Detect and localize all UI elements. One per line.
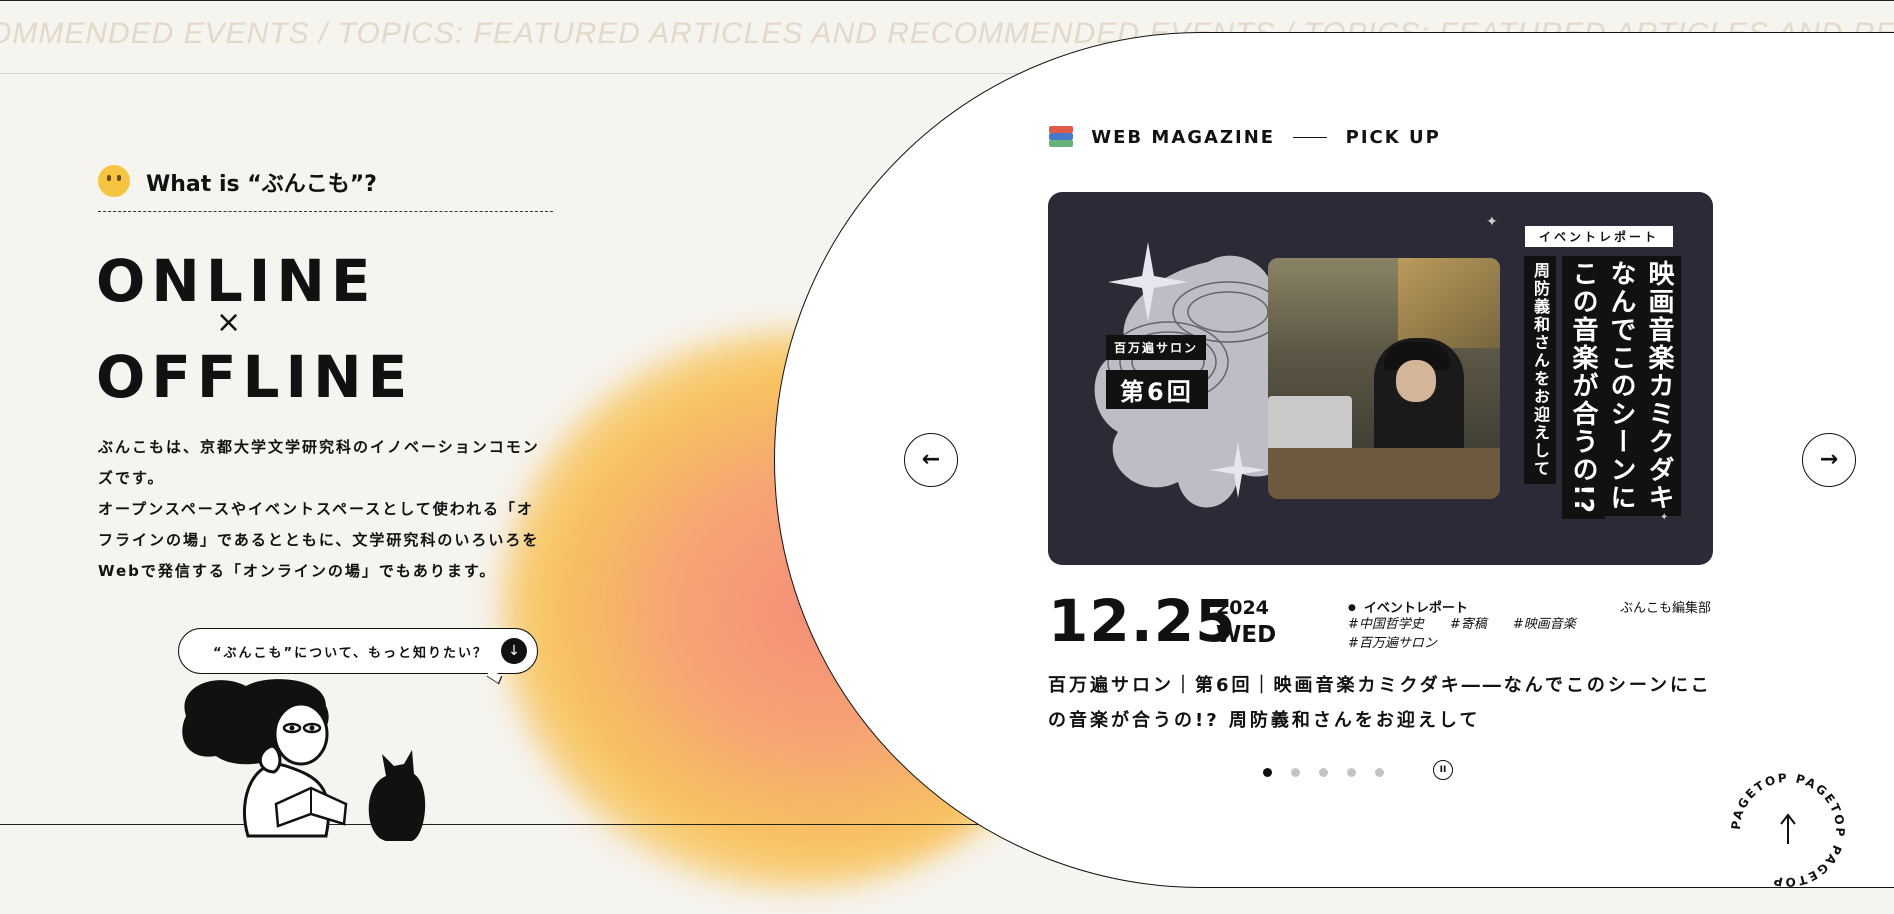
learn-more-button[interactable]: “ぶんこも”について、もっと知りたい？ ↓ [178,628,538,685]
reading-girl-and-cat-illustration [182,679,426,841]
tag-link[interactable]: #寄稿 [1450,617,1487,632]
tag-link[interactable]: #映画音楽 [1513,617,1576,632]
sparkle-icon: ✦ [1486,214,1498,230]
tag-link[interactable]: #中国哲学史 [1348,617,1424,632]
article-year: 2024 [1216,597,1269,619]
article-author: ぶんこも編集部 [1620,601,1712,616]
article-tags: #中国哲学史 #寄稿 #映画音楽 #百万遍サロン [1348,615,1648,653]
prev-slide-button[interactable]: ← [904,433,958,487]
arrow-right-icon: → [1819,447,1839,472]
books-icon [1049,126,1075,148]
heading-dash [1293,136,1328,138]
pickup-label: PICK UP [1345,127,1441,148]
title-cross: × [216,305,242,340]
learn-more-label: “ぶんこも”について、もっと知りたい？ [213,646,489,661]
title-online: ONLINE [96,247,377,315]
card-subtitle-col: 周防義和さんをお迎えして [1524,256,1556,484]
description-paragraph-2: オープンスペースやイベントスペースとして使われる「オフラインの場」であるとともに… [98,500,540,580]
title-offline: OFFLINE [96,343,414,411]
description-paragraph-1: ぶんこもは、京都大学文学研究科のイノベーションコモンズです。 [98,438,540,487]
slide-dot[interactable] [1319,768,1328,777]
slide-dot[interactable] [1347,768,1356,777]
category-badge: イベントレポート [1525,226,1674,247]
pause-button[interactable]: II [1433,760,1453,780]
ground-line [0,824,1000,825]
pickup-article-card[interactable]: 百万遍サロン 第6回 イベントレポート 映画音楽カミクダキ なんでこのシーンに … [1048,192,1713,565]
series-label: 百万遍サロン [1106,335,1207,360]
slide-indicator [1263,762,1403,781]
bubble-tail [486,668,503,685]
pause-icon: II [1439,765,1447,775]
slide-dot[interactable] [1263,768,1272,777]
thinking-face-icon [98,165,130,197]
card-title-col-1: 映画音楽カミクダキ [1638,256,1681,516]
about-heading-label: What is “ぶんこも”? [146,172,377,197]
about-description: ぶんこもは、京都大学文学研究科のイノベーションコモンズです。 オープンスペースや… [98,432,548,587]
web-magazine-heading: WEB MAGAZINE PICK UP [1049,126,1441,148]
slide-dot[interactable] [1291,768,1300,777]
slide-dot[interactable] [1375,768,1384,777]
article-category[interactable]: イベントレポート [1348,597,1468,616]
card-title-col-3: この音楽が合うの!? [1562,256,1605,519]
about-heading: What is “ぶんこも”? [98,163,553,212]
sparkle-icon: ✦ [1660,512,1669,523]
next-slide-button[interactable]: → [1802,433,1856,487]
article-headline[interactable]: 百万遍サロン｜第6回｜映画音楽カミクダキ――なんでこのシーンにこの音楽が合うの!… [1048,668,1716,738]
pagetop-button[interactable]: PAGETOP PAGETOP PAGETOP [1726,768,1850,892]
arrow-down-icon: ↓ [501,638,527,664]
event-photo [1268,258,1500,499]
tag-link[interactable]: #百万遍サロン [1348,636,1437,651]
arrow-left-icon: ← [921,447,941,472]
arrow-up-icon [1780,813,1796,844]
article-date: 12.25 [1048,587,1237,655]
article-weekday: WED [1216,622,1277,648]
web-magazine-label: WEB MAGAZINE [1091,127,1276,148]
card-title-col-2: なんでこのシーンに [1600,256,1643,516]
episode-label: 第6回 [1106,370,1208,409]
